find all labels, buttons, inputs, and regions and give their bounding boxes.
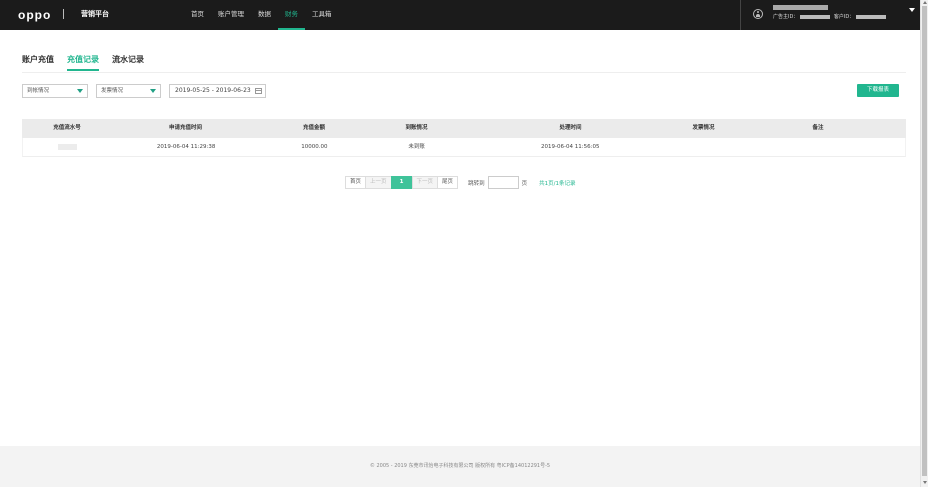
main-nav: 首页 账户管理 数据 财务 工具箱 bbox=[184, 0, 339, 30]
oppo-logo[interactable]: oppo bbox=[18, 8, 51, 22]
account-ids: 广告主ID： 客户ID： bbox=[773, 13, 888, 20]
logo-divider bbox=[63, 9, 64, 19]
invoice-status-value: 发票情况 bbox=[101, 88, 124, 94]
finance-tabs: 账户充值 充值记录 流水记录 bbox=[22, 54, 157, 71]
current-page-button[interactable]: 1 bbox=[390, 176, 413, 189]
advertiser-id-label: 广告主ID： bbox=[773, 14, 799, 20]
arrival-status-select[interactable]: 到帐情况 bbox=[22, 84, 88, 98]
table-header: 充值流水号 申请充值时间 充值金额 到账情况 处理时间 发票情况 备注 bbox=[22, 119, 906, 138]
tab-divider bbox=[22, 72, 906, 73]
column-header: 充值流水号 bbox=[53, 125, 81, 131]
footer: © 2005 - 2019 东莞市讯怡电子科技有限公司 版权所有 粤ICP备14… bbox=[0, 446, 920, 487]
dropdown-caret-icon[interactable] bbox=[909, 8, 915, 12]
scroll-down-arrow-icon[interactable] bbox=[923, 481, 927, 484]
column-header: 申请充值时间 bbox=[168, 125, 202, 131]
nav-item-home[interactable]: 首页 bbox=[184, 0, 211, 30]
copyright-text: © 2005 - 2019 东莞市讯怡电子科技有限公司 版权所有 粤ICP备14… bbox=[369, 463, 551, 469]
recharge-records-table: 充值流水号 申请充值时间 充值金额 到账情况 处理时间 发票情况 备注 2019… bbox=[22, 119, 906, 157]
apply-time-cell: 2019-06-04 11:29:38 bbox=[156, 144, 216, 150]
customer-id-label: 客户ID： bbox=[833, 14, 855, 20]
tab-recharge-records[interactable]: 充值记录 bbox=[67, 54, 99, 71]
last-page-button[interactable]: 尾页 bbox=[437, 176, 459, 189]
page: oppo 营销平台 首页 账户管理 数据 财务 工具箱 广告主ID： 客户ID：… bbox=[0, 0, 928, 487]
nav-item-tools[interactable]: 工具箱 bbox=[305, 0, 339, 30]
date-range-picker[interactable]: 2019-05-25 - 2019-06-23 bbox=[169, 84, 266, 98]
customer-id-redacted bbox=[856, 14, 887, 19]
page-unit-label: 页 bbox=[521, 180, 528, 187]
chevron-down-icon bbox=[150, 89, 156, 93]
serial-cell bbox=[23, 138, 113, 156]
table-row: 2019-06-04 11:29:38 10000.00 未到账 2019-06… bbox=[22, 138, 906, 157]
first-page-button[interactable]: 首页 bbox=[345, 176, 367, 189]
user-menu[interactable]: 广告主ID： 客户ID： bbox=[740, 0, 920, 30]
invoice-status-select[interactable]: 发票情况 bbox=[96, 84, 161, 98]
column-header: 发票情况 bbox=[692, 125, 715, 131]
jump-page-input[interactable] bbox=[487, 176, 519, 189]
prev-page-button[interactable]: 上一页 bbox=[365, 176, 392, 189]
calendar-icon bbox=[255, 88, 262, 94]
next-page-button[interactable]: 下一页 bbox=[411, 176, 439, 189]
jump-label: 跳转到 bbox=[468, 180, 485, 187]
page-scrollbar[interactable] bbox=[920, 0, 928, 487]
nav-item-account[interactable]: 账户管理 bbox=[211, 0, 251, 30]
process-time-cell: 2019-06-04 11:56:05 bbox=[541, 144, 600, 150]
tab-account-recharge[interactable]: 账户充值 bbox=[22, 54, 54, 70]
arrival-cell: 未到账 bbox=[408, 144, 425, 150]
nav-item-finance[interactable]: 财务 bbox=[278, 0, 305, 30]
nav-item-data[interactable]: 数据 bbox=[251, 0, 278, 30]
top-navbar: oppo 营销平台 首页 账户管理 数据 财务 工具箱 广告主ID： 客户ID： bbox=[0, 0, 920, 30]
download-report-button[interactable]: 下载报表 bbox=[857, 84, 899, 97]
amount-cell: 10000.00 bbox=[301, 144, 328, 150]
tab-transaction-records[interactable]: 流水记录 bbox=[112, 54, 144, 70]
user-name-redacted bbox=[773, 5, 828, 10]
scrollbar-thumb[interactable] bbox=[922, 6, 927, 476]
column-header: 处理时间 bbox=[559, 125, 582, 131]
advertiser-id-redacted bbox=[800, 14, 831, 19]
remark-cell bbox=[729, 138, 905, 156]
scroll-up-arrow-icon[interactable] bbox=[923, 1, 927, 4]
platform-title: 营销平台 bbox=[81, 10, 109, 18]
column-header: 到账情况 bbox=[405, 125, 428, 131]
user-icon bbox=[753, 9, 763, 19]
column-header: 充值金额 bbox=[302, 125, 325, 131]
date-range-value: 2019-05-25 - 2019-06-23 bbox=[175, 87, 251, 94]
arrival-status-value: 到帐情况 bbox=[27, 88, 50, 94]
pagination: 首页 上一页 1 下一页 尾页 跳转到 页 共1页/1条记录 bbox=[345, 176, 575, 189]
invoice-cell bbox=[677, 138, 730, 156]
total-records: 共1页/1条记录 bbox=[539, 180, 576, 187]
column-header: 备注 bbox=[812, 125, 824, 131]
chevron-down-icon bbox=[77, 89, 83, 93]
serial-redacted bbox=[58, 143, 78, 150]
